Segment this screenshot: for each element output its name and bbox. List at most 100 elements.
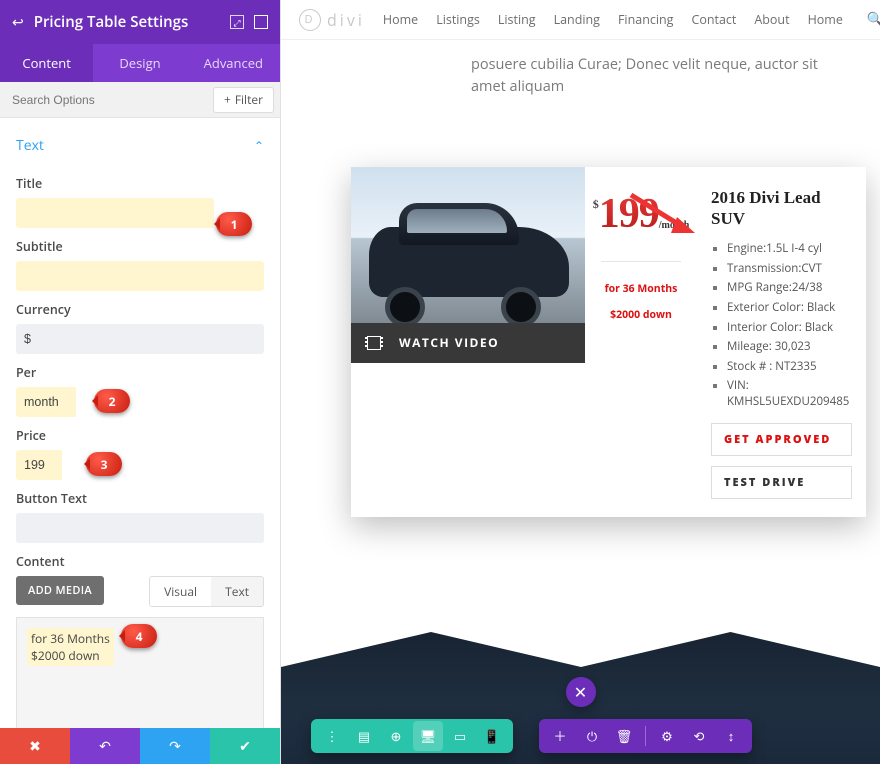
section-text[interactable]: Text ⌃ [16, 128, 264, 165]
watch-video-button[interactable]: WATCH VIDEO [351, 323, 585, 363]
panel-header: ↩ Pricing Table Settings ⤢ [0, 0, 280, 44]
editor-line-1: for 36 Months$2000 down [27, 628, 114, 666]
nav-link[interactable]: Contact [691, 11, 736, 28]
spec-list: Engine:1.5L I-4 cyl Transmission:CVT MPG R… [711, 241, 852, 409]
tb-history-icon[interactable]: ⟲ [684, 721, 714, 751]
vehicle-title: 2016 Divi Lead SUV [711, 187, 852, 230]
preview-pane: D divi Home Listings Listing Landing Financi… [281, 0, 880, 764]
input-currency[interactable] [16, 324, 264, 354]
tb-add-icon[interactable]: ＋ [545, 721, 575, 751]
tb-menu-icon[interactable]: ⋮ [317, 721, 347, 751]
card-media: WATCH VIDEO [351, 167, 585, 517]
watch-video-label: WATCH VIDEO [399, 334, 499, 351]
nav-link[interactable]: Listings [436, 11, 480, 28]
tb-desktop-icon[interactable]: 🖥 [413, 721, 443, 751]
back-icon[interactable]: ↩ [12, 13, 24, 32]
tab-advanced[interactable]: Advanced [187, 44, 280, 82]
site-topbar: D divi Home Listings Listing Landing Financi… [281, 0, 880, 40]
nav-link[interactable]: Listing [498, 11, 536, 28]
card-details: 2016 Divi Lead SUV Engine:1.5L I-4 cyl Tr… [697, 167, 866, 517]
input-subtitle[interactable] [16, 261, 264, 291]
label-title: Title [16, 175, 264, 192]
spec-item: Engine:1.5L I-4 cyl [727, 241, 852, 257]
nav-link[interactable]: Landing [554, 11, 600, 28]
get-approved-button[interactable]: GET APPROVED [711, 423, 852, 456]
panel-body: Text ⌃ Title 1 Subtitle Currency Per 2 P… [0, 118, 280, 728]
undo-button[interactable]: ↶ [70, 728, 140, 764]
search-input[interactable] [0, 93, 213, 107]
annotation-arrow [629, 193, 699, 243]
tb-zoom-icon[interactable]: ⊕ [381, 721, 411, 751]
callout-1: 1 [216, 212, 252, 236]
label-currency: Currency [16, 301, 264, 318]
callout-2: 2 [94, 389, 130, 413]
test-drive-button[interactable]: TEST DRIVE [711, 466, 852, 499]
label-price: Price [16, 427, 264, 444]
tb-tablet-icon[interactable]: ▭ [445, 721, 475, 751]
callout-3: 3 [86, 452, 122, 476]
snap-icon[interactable] [254, 15, 268, 29]
responsive-toolbar: ⋮ ▤ ⊕ 🖥 ▭ 📱 [311, 719, 513, 753]
spec-item: Transmission:CVT [727, 261, 852, 277]
intro-text: posuere cubilia Curae; Donec velit neque… [281, 40, 880, 127]
search-icon[interactable]: 🔍 [867, 10, 880, 29]
cancel-button[interactable]: ✖ [0, 728, 70, 764]
editor-tabs: Visual Text [149, 576, 264, 607]
hero: WATCH VIDEO $ 199 /month for 36 Months $… [281, 127, 880, 764]
filter-label: Filter [235, 91, 263, 108]
site-nav: Home Listings Listing Landing Financing Conta… [383, 11, 843, 28]
label-per: Per [16, 364, 264, 381]
nav-link[interactable]: About [754, 11, 789, 28]
tb-power-icon[interactable]: ⏻ [577, 721, 607, 751]
tb-sort-icon[interactable]: ↕ [716, 721, 746, 751]
redo-button[interactable]: ↷ [140, 728, 210, 764]
spec-item: MPG Range:24/38 [727, 280, 852, 296]
divider [601, 261, 681, 262]
nav-link[interactable]: Financing [618, 11, 673, 28]
input-price[interactable] [16, 450, 62, 480]
label-content: Content [16, 553, 264, 570]
plus-icon: + [224, 91, 231, 108]
tb-gear-icon[interactable]: ⚙ [652, 721, 682, 751]
spec-item: Exterior Color: Black [727, 300, 852, 316]
spec-item: Mileage: 30,023 [727, 339, 852, 355]
spec-item: Stock # : NT2335 [727, 359, 852, 375]
panel-footer: ✖ ↶ ↷ ✔ [0, 728, 280, 764]
nav-link[interactable]: Home [808, 11, 843, 28]
save-button[interactable]: ✔ [210, 728, 280, 764]
listing-card: WATCH VIDEO $ 199 /month for 36 Months $… [351, 167, 866, 517]
input-button-text[interactable] [16, 513, 264, 543]
filter-button[interactable]: + Filter [213, 87, 274, 113]
film-icon [367, 336, 381, 350]
chevron-up-icon: ⌃ [254, 137, 264, 154]
panel-tabs: Content Design Advanced [0, 44, 280, 82]
search-row: + Filter [0, 82, 280, 118]
input-title[interactable] [16, 198, 214, 228]
logo-text: divi [327, 9, 365, 31]
editor-tab-text[interactable]: Text [211, 577, 263, 606]
settings-panel: ↩ Pricing Table Settings ⤢ Content Desig… [0, 0, 281, 764]
tb-trash-icon[interactable]: 🗑 [609, 721, 639, 751]
input-per[interactable] [16, 387, 76, 417]
tab-content[interactable]: Content [0, 44, 93, 82]
add-media-button[interactable]: ADD MEDIA [16, 576, 104, 605]
tb-phone-icon[interactable]: 📱 [477, 721, 507, 751]
expand-icon[interactable]: ⤢ [230, 15, 244, 29]
price-down: $2000 down [610, 308, 672, 322]
v-divider [281, 597, 880, 667]
editor-tab-visual[interactable]: Visual [150, 577, 211, 606]
callout-4: 4 [121, 624, 157, 648]
nav-link[interactable]: Home [383, 11, 418, 28]
spec-item: VIN: KMHSL5UEXDU209485 [727, 378, 852, 409]
content-editor[interactable]: for 36 Months$2000 down 4 [16, 617, 264, 728]
label-subtitle: Subtitle [16, 238, 264, 255]
tab-design[interactable]: Design [93, 44, 186, 82]
price-term: for 36 Months [605, 282, 678, 296]
tb-wireframe-icon[interactable]: ▤ [349, 721, 379, 751]
section-text-label: Text [16, 136, 44, 155]
site-logo[interactable]: D divi [299, 9, 365, 31]
vehicle-image [351, 167, 585, 323]
logo-mark-icon: D [299, 9, 321, 31]
label-button-text: Button Text [16, 490, 264, 507]
close-fab[interactable]: ✕ [566, 677, 596, 707]
